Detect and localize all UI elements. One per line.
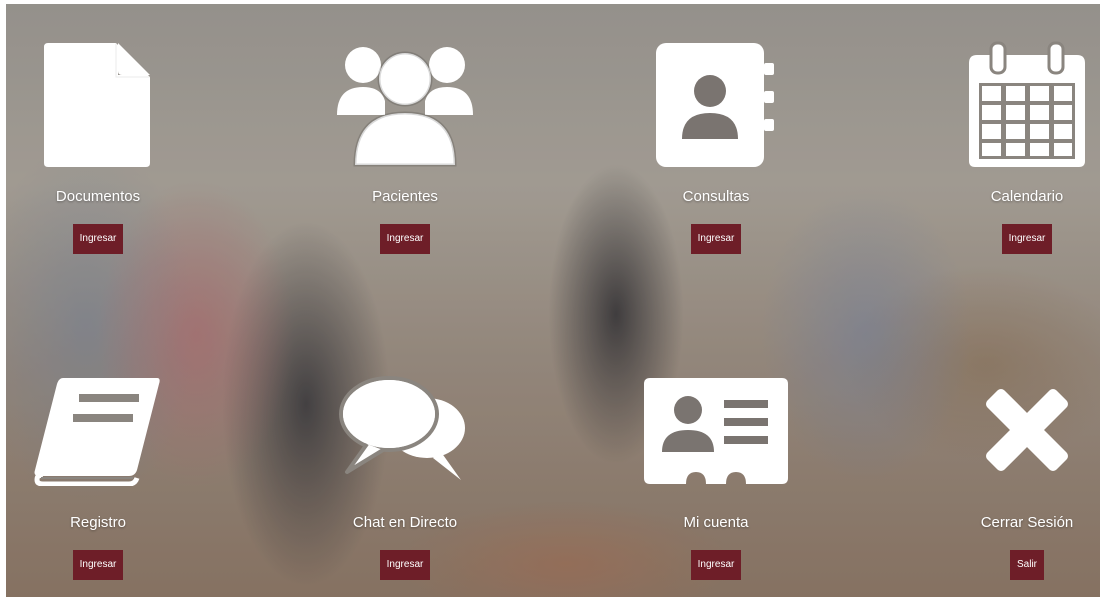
tile-label: Mi cuenta xyxy=(683,514,749,531)
chat-ingresar-button[interactable]: Ingresar xyxy=(379,550,431,580)
tile-label: Cerrar Sesión xyxy=(980,514,1074,531)
close-x-icon xyxy=(952,360,1100,500)
document-icon xyxy=(23,34,173,174)
contact-book-icon xyxy=(641,34,791,174)
registro-ingresar-button[interactable]: Ingresar xyxy=(72,550,124,580)
id-card-icon xyxy=(641,360,791,500)
pacientes-ingresar-button[interactable]: Ingresar xyxy=(379,224,431,254)
tile-chat-en-directo: Chat en Directo Ingresar xyxy=(300,360,510,580)
tile-label: Pacientes xyxy=(372,188,438,205)
tile-mi-cuenta: Mi cuenta Ingresar xyxy=(611,360,821,580)
tile-label: Chat en Directo xyxy=(352,514,458,531)
background-hospital-image: Documentos Ingresar Pacientes Ingresar C… xyxy=(6,4,1100,597)
book-icon xyxy=(23,360,173,500)
cerrar-sesion-salir-button[interactable]: Salir xyxy=(1009,550,1044,580)
tile-calendario: Calendario Ingresar xyxy=(922,34,1100,254)
tile-label: Documentos xyxy=(55,188,141,205)
tile-label: Calendario xyxy=(990,188,1064,205)
patients-group-icon xyxy=(330,34,480,174)
tile-label: Consultas xyxy=(682,188,750,205)
documentos-ingresar-button[interactable]: Ingresar xyxy=(72,224,124,254)
calendar-icon xyxy=(952,34,1100,174)
tile-documentos: Documentos Ingresar xyxy=(6,34,203,254)
consultas-ingresar-button[interactable]: Ingresar xyxy=(690,224,742,254)
calendario-ingresar-button[interactable]: Ingresar xyxy=(1001,224,1053,254)
tile-registro: Registro Ingresar xyxy=(6,360,203,580)
tile-pacientes: Pacientes Ingresar xyxy=(300,34,510,254)
tile-consultas: Consultas Ingresar xyxy=(611,34,821,254)
tile-label: Registro xyxy=(70,514,126,531)
chat-bubbles-icon xyxy=(330,360,480,500)
tile-cerrar-sesion: Cerrar Sesión Salir xyxy=(922,360,1100,580)
mi-cuenta-ingresar-button[interactable]: Ingresar xyxy=(690,550,742,580)
